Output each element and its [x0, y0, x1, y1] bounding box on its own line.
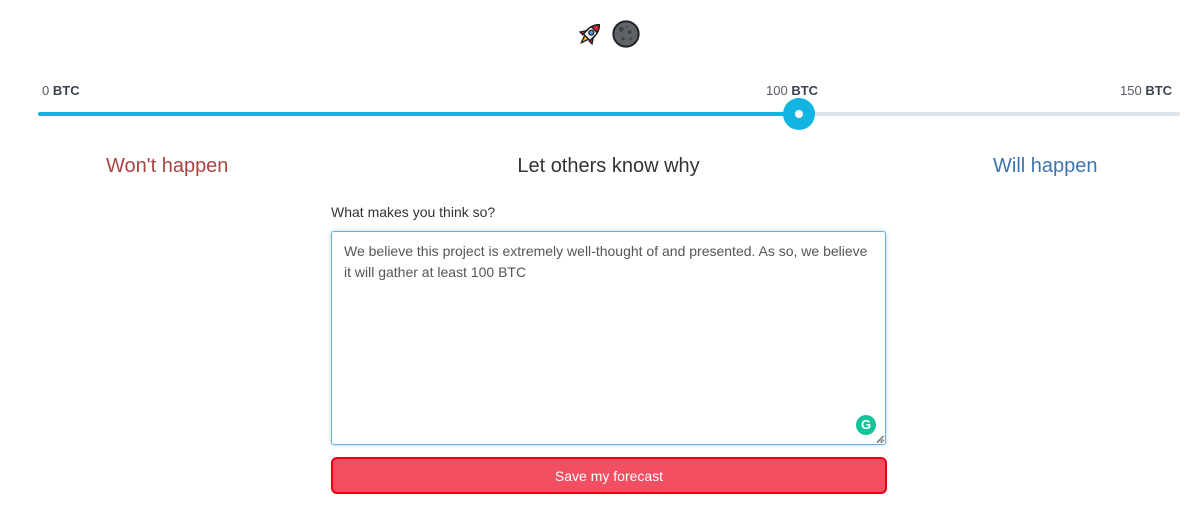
- forecast-slider[interactable]: [38, 98, 1180, 130]
- reason-box: We believe this project is extremely wel…: [331, 231, 886, 445]
- scale-current-value: 100: [766, 83, 788, 98]
- reason-question-label: What makes you think so?: [331, 204, 496, 220]
- scale-min-value: 0: [42, 83, 50, 98]
- emoji-row: [575, 18, 641, 50]
- grammarly-icon[interactable]: G: [856, 415, 876, 435]
- scale-current-label: 100 BTC: [766, 83, 818, 98]
- scale-max-value: 150: [1120, 83, 1142, 98]
- scale-min-label: 0 BTC: [42, 83, 80, 98]
- slider-fill: [38, 112, 800, 116]
- save-forecast-button[interactable]: Save my forecast: [331, 457, 887, 494]
- reason-textarea[interactable]: We believe this project is extremely wel…: [332, 232, 885, 444]
- forecast-page: 0 BTC 100 BTC 150 BTC Won't happen Let o…: [0, 0, 1200, 513]
- will-happen-label: Will happen: [993, 155, 1098, 177]
- slider-handle[interactable]: [783, 98, 816, 130]
- scale-max-label: 150 BTC: [1120, 83, 1172, 98]
- scale-min-unit: BTC: [52, 83, 80, 98]
- scale-current-unit: BTC: [791, 83, 819, 98]
- rocket-icon: [578, 23, 601, 46]
- resize-handle-icon[interactable]: [876, 435, 884, 443]
- moon-icon: [612, 20, 640, 48]
- scale-max-unit: BTC: [1145, 83, 1173, 98]
